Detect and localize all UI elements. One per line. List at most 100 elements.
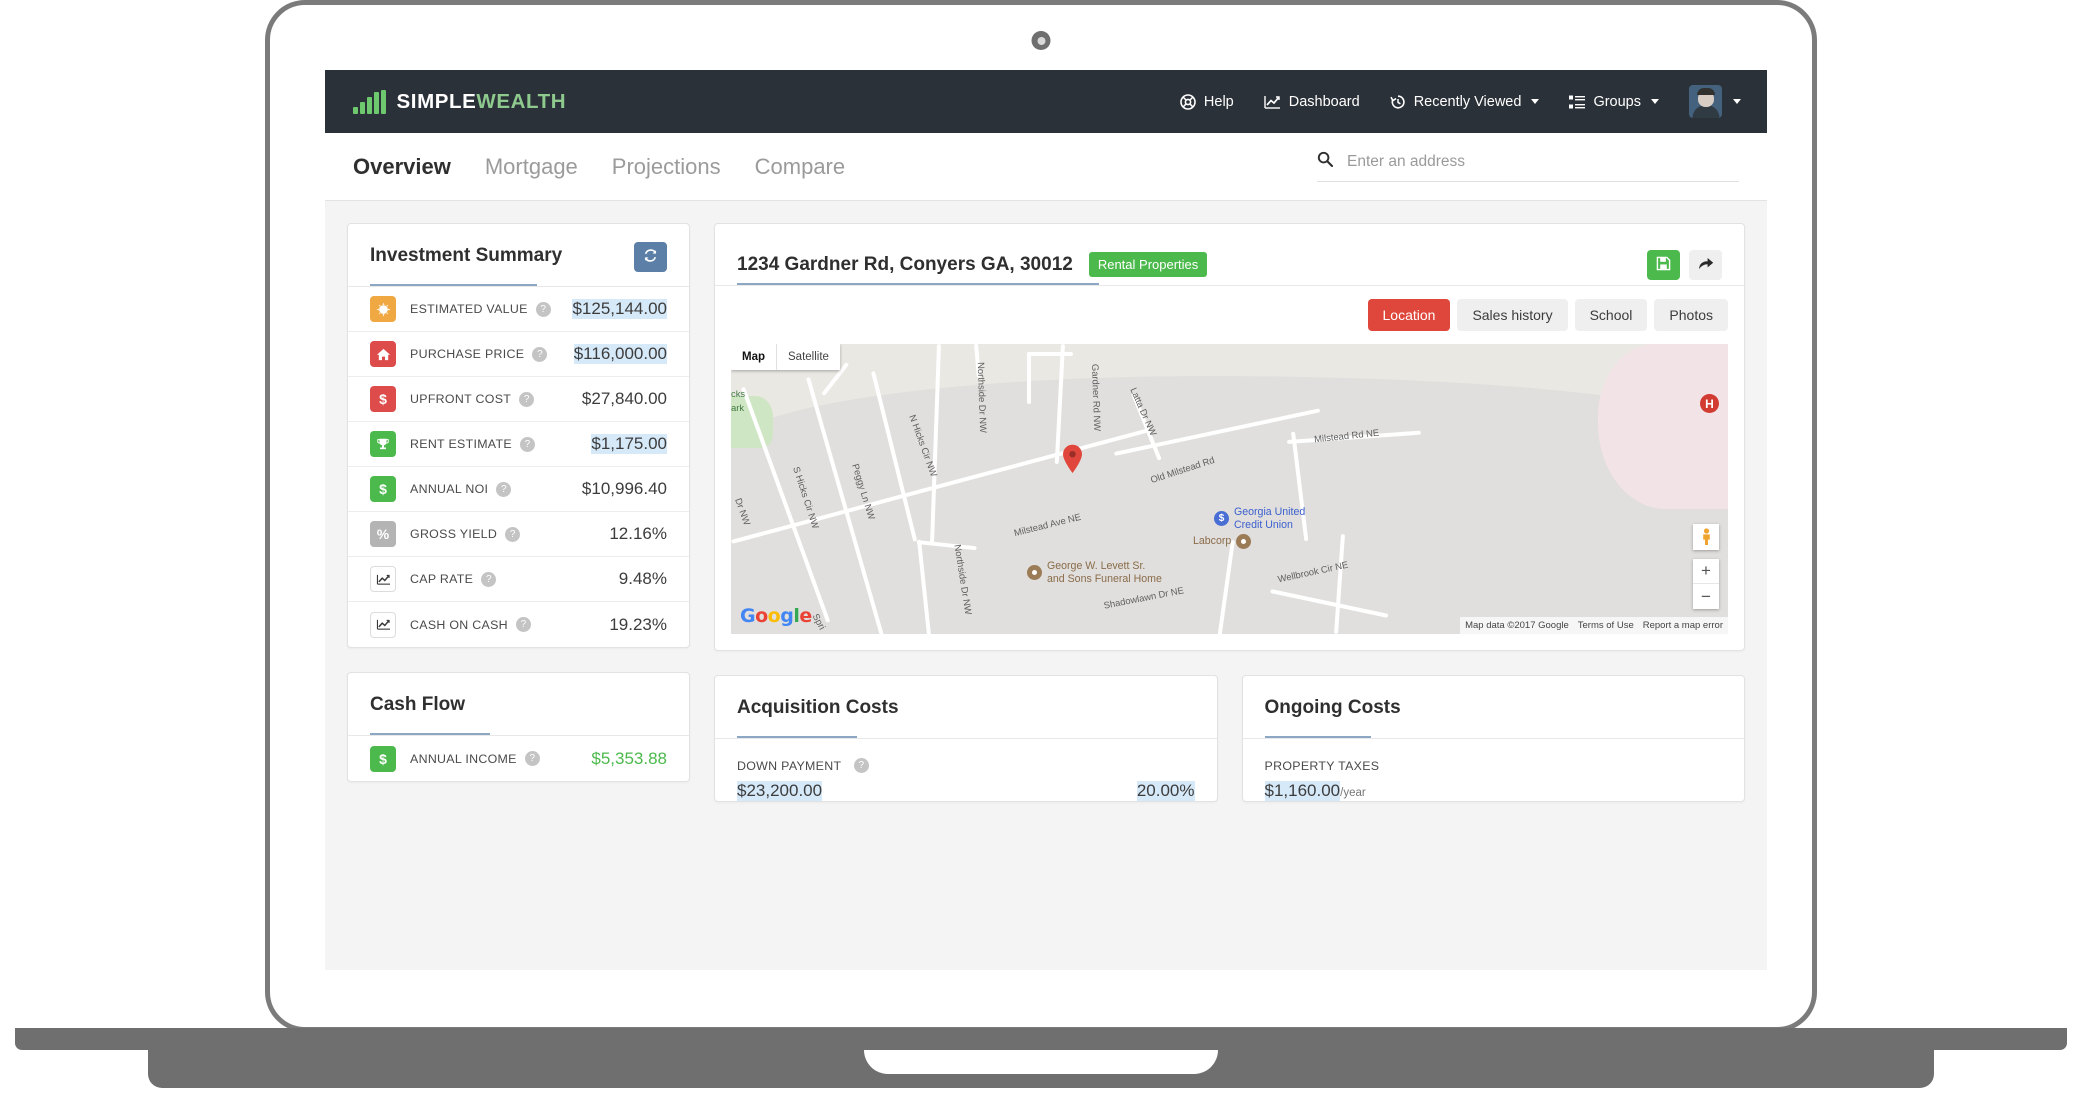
- summary-row-cap-rate[interactable]: CAP RATE ? 9.48%: [348, 557, 689, 602]
- map-type-map[interactable]: Map: [731, 344, 777, 370]
- summary-value-purchase-price[interactable]: $116,000.00: [573, 344, 667, 364]
- save-floppy-icon: [1656, 256, 1671, 274]
- refresh-button[interactable]: [634, 242, 667, 272]
- tab-compare[interactable]: Compare: [755, 154, 845, 180]
- map-type-satellite[interactable]: Satellite: [777, 344, 840, 370]
- summary-row-annual-noi[interactable]: $ ANNUAL NOI ? $10,996.40: [348, 467, 689, 512]
- summary-label-rent-estimate: RENT ESTIMATE: [410, 437, 512, 451]
- google-logo: Google: [740, 605, 812, 627]
- help-icon[interactable]: ?: [519, 436, 535, 452]
- terms-of-use-link[interactable]: Terms of Use: [1578, 620, 1634, 631]
- summary-row-purchase-price[interactable]: PURCHASE PRICE ? $116,000.00: [348, 332, 689, 377]
- main-content: Investment Summary ESTIMATED VALUE ? $12…: [325, 201, 1767, 802]
- road-segment: [1027, 352, 1031, 404]
- investment-summary-underline: [370, 284, 537, 286]
- zoom-in-button[interactable]: +: [1693, 559, 1719, 584]
- zoom-out-button[interactable]: −: [1693, 584, 1719, 609]
- cost-label-down-payment: DOWN PAYMENT: [737, 759, 842, 773]
- cost-amount-property-taxes[interactable]: $1,160.00: [1264, 781, 1341, 801]
- help-icon[interactable]: ?: [515, 617, 531, 632]
- help-icon[interactable]: ?: [481, 571, 497, 587]
- bar-chart-logo-icon: [353, 89, 386, 114]
- tab-mortgage[interactable]: Mortgage: [485, 154, 578, 180]
- help-icon[interactable]: ?: [505, 526, 521, 542]
- summary-row-estimated-value[interactable]: ESTIMATED VALUE ? $125,144.00: [348, 287, 689, 332]
- map-zone-pink: [1598, 344, 1728, 509]
- ongoing-costs-title: Ongoing Costs: [1264, 697, 1401, 718]
- chevron-down-icon: [1531, 99, 1540, 104]
- poi-george-w-levett-funeral-home[interactable]: George W. Levett Sr. and Sons Funeral Hom…: [1027, 560, 1162, 585]
- acquisition-costs-card: Acquisition Costs DOWN PAYMENT ? $23,200…: [714, 675, 1218, 802]
- cost-amount-down-payment[interactable]: $23,200.00: [737, 781, 823, 801]
- map-pin-icon[interactable]: [1062, 444, 1083, 474]
- help-icon[interactable]: ?: [853, 758, 869, 774]
- nav-item-recently-viewed[interactable]: Recently Viewed: [1389, 94, 1540, 110]
- home-icon: [370, 341, 396, 367]
- poi-labcorp[interactable]: Labcorp: [1193, 534, 1252, 549]
- search-input[interactable]: Enter an address: [1347, 153, 1465, 171]
- bank-icon: [1214, 511, 1229, 526]
- property-tab-list: Location Sales history School Photos: [715, 286, 1744, 344]
- summary-value-estimated-value[interactable]: $125,144.00: [572, 299, 667, 319]
- investment-summary-rows: ESTIMATED VALUE ? $125,144.00 PURCHASE P…: [348, 287, 689, 647]
- cost-row-down-payment[interactable]: DOWN PAYMENT ? $23,200.00 20.00%: [737, 757, 1195, 801]
- cash-flow-label-annual-income: ANNUAL INCOME: [410, 751, 517, 766]
- nav-item-help[interactable]: Help: [1180, 94, 1234, 110]
- ongoing-costs-underline: [1264, 736, 1371, 738]
- cash-flow-row-annual-income[interactable]: $ ANNUAL INCOME ? $5,353.88: [348, 736, 689, 781]
- top-navbar: SIMPLEWEALTH Help Dashboard Recently Vie…: [325, 70, 1767, 133]
- help-icon[interactable]: ?: [496, 481, 512, 497]
- investment-summary-title: Investment Summary: [370, 245, 563, 266]
- cost-percent-down-payment[interactable]: 20.00%: [1136, 781, 1195, 801]
- property-header: 1234 Gardner Rd, Conyers GA, 30012 Renta…: [715, 224, 1744, 286]
- summary-label-annual-noi: ANNUAL NOI: [410, 482, 489, 496]
- property-tab-school[interactable]: School: [1574, 299, 1648, 331]
- acquisition-costs-header: Acquisition Costs: [715, 676, 1217, 739]
- share-button[interactable]: [1689, 249, 1722, 280]
- summary-row-cash-on-cash[interactable]: CASH ON CASH ? 19.23%: [348, 602, 689, 647]
- search-box[interactable]: Enter an address: [1317, 151, 1739, 182]
- nav-item-help-label: Help: [1203, 93, 1234, 110]
- dollar-icon: $: [370, 476, 396, 502]
- life-ring-icon: [1180, 93, 1196, 110]
- street-view-pegman-icon[interactable]: [1693, 524, 1719, 550]
- brand-logo[interactable]: SIMPLEWEALTH: [353, 89, 566, 114]
- property-tab-sales-history[interactable]: Sales history: [1457, 299, 1568, 331]
- tab-projections[interactable]: Projections: [612, 154, 721, 180]
- map-zoom-control: + −: [1693, 559, 1719, 609]
- webcam-icon: [1031, 31, 1051, 50]
- map-data-credit: Map data ©2017 Google: [1465, 620, 1569, 631]
- property-badge[interactable]: Rental Properties: [1088, 252, 1208, 277]
- road-segment: [1027, 352, 1073, 356]
- summary-value-rent-estimate[interactable]: $1,175.00: [591, 434, 667, 454]
- acquisition-costs-underline: [737, 736, 857, 738]
- help-icon[interactable]: ?: [535, 301, 551, 317]
- cost-row-property-taxes[interactable]: PROPERTY TAXES $1,160.00 /year: [1264, 757, 1723, 801]
- line-chart-icon: [1264, 94, 1281, 110]
- save-button[interactable]: [1647, 249, 1680, 280]
- search-icon: [1317, 151, 1334, 172]
- summary-row-rent-estimate[interactable]: RENT ESTIMATE ? $1,175.00: [348, 422, 689, 467]
- tab-overview[interactable]: Overview: [353, 154, 451, 180]
- location-map[interactable]: S Hicks Cir NW Peggy Ln NW N Hicks Cir N…: [731, 344, 1728, 634]
- line-chart-icon: [370, 611, 396, 638]
- laptop-base: [15, 1028, 2067, 1050]
- laptop-notch: [861, 1050, 1221, 1077]
- poi-georgia-united-credit-union[interactable]: Georgia UnitedCredit Union: [1214, 506, 1305, 531]
- help-icon[interactable]: ?: [532, 346, 548, 362]
- user-menu[interactable]: [1689, 85, 1741, 118]
- summary-row-upfront-cost[interactable]: $ UPFRONT COST ? $27,840.00: [348, 377, 689, 422]
- summary-label-upfront-cost: UPFRONT COST: [410, 392, 512, 406]
- nav-item-dashboard[interactable]: Dashboard: [1264, 94, 1360, 110]
- summary-value-cap-rate: 9.48%: [618, 569, 667, 588]
- nav-item-dashboard-label: Dashboard: [1288, 93, 1360, 110]
- report-map-error-link[interactable]: Report a map error: [1643, 620, 1723, 631]
- help-icon[interactable]: ?: [524, 751, 540, 766]
- property-tab-photos[interactable]: Photos: [1654, 299, 1728, 331]
- investment-summary-card: Investment Summary ESTIMATED VALUE ? $12…: [347, 223, 690, 648]
- help-icon[interactable]: ?: [519, 391, 535, 407]
- summary-row-gross-yield[interactable]: % GROSS YIELD ? 12.16%: [348, 512, 689, 557]
- nav-item-groups[interactable]: Groups: [1569, 94, 1659, 110]
- cash-flow-underline: [370, 733, 490, 735]
- property-tab-location[interactable]: Location: [1367, 299, 1451, 331]
